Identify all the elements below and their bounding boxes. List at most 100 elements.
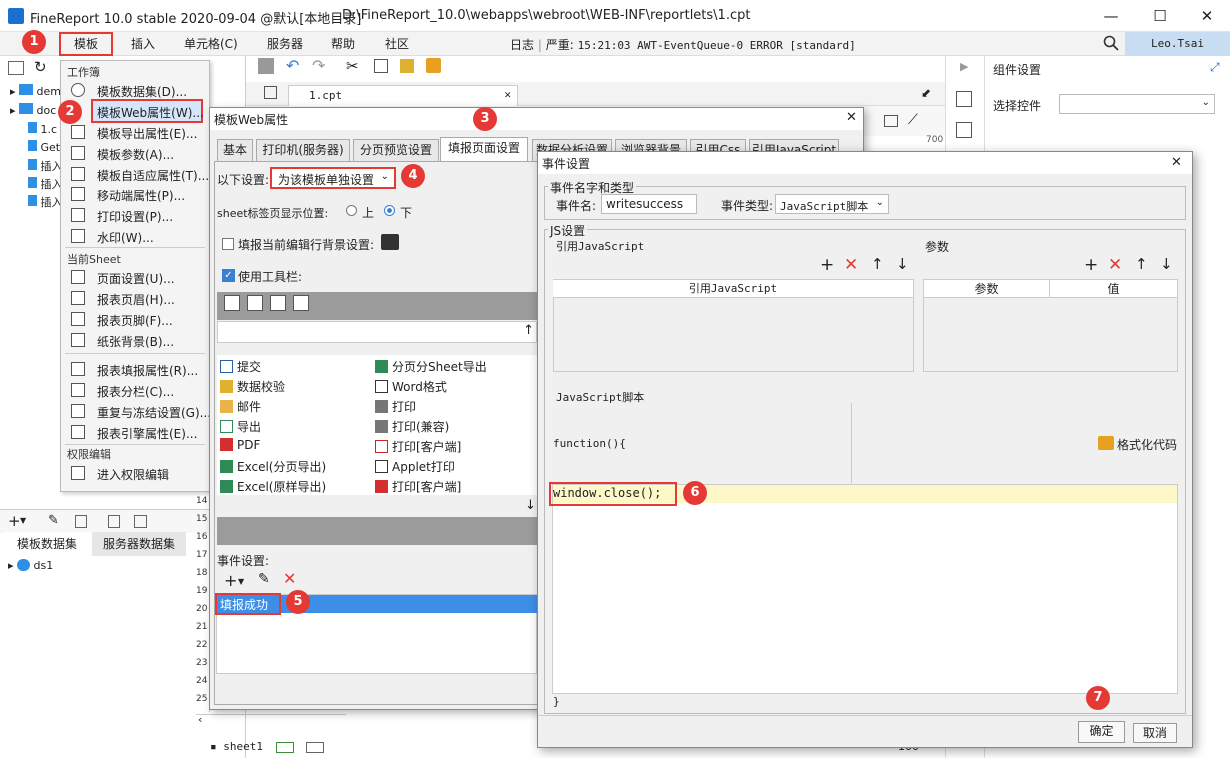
pin-icon[interactable]: ⤢ <box>1210 60 1220 75</box>
menu-item-export-attr[interactable]: 模板导出属性(E)... <box>97 125 197 142</box>
tree-item[interactable]: 插入 <box>28 176 63 192</box>
image-insert-icon[interactable] <box>884 115 898 127</box>
tool-applet-print[interactable]: Applet打印 <box>375 458 455 475</box>
settings-icon[interactable] <box>956 122 972 138</box>
settings-scope-select[interactable]: 为该模板单独设置 ⌄ <box>270 167 396 189</box>
tool-print-compat[interactable]: 打印(兼容) <box>375 418 449 435</box>
menu-item-print[interactable]: 打印设置(P)... <box>97 208 173 225</box>
move-up-ref-js-icon[interactable]: ↑ <box>871 255 884 273</box>
maximize-button[interactable]: ☐ <box>1145 4 1175 28</box>
menu-item-adaptive[interactable]: 模板自适应属性(T)... <box>97 167 209 184</box>
arrow-icon[interactable]: ⬋ <box>921 86 931 100</box>
refresh-icon[interactable]: ↻ <box>34 58 47 76</box>
add-ref-js-icon[interactable]: + <box>820 255 834 275</box>
tree-item[interactable]: 1.c <box>28 122 57 136</box>
event-fill-success[interactable]: 填报成功 <box>215 593 281 615</box>
select-control-dropdown[interactable]: ⌄ <box>1059 94 1215 114</box>
tab-server-dataset[interactable]: 服务器数据集 <box>92 532 186 556</box>
file-tab[interactable]: 1.cpt ✕ <box>288 85 518 107</box>
sheet-tab[interactable]: ▪ sheet1 <box>210 740 263 753</box>
delete-ref-js-icon[interactable]: ✕ <box>844 255 858 275</box>
event-dialog-close-icon[interactable]: ✕ <box>1171 155 1182 170</box>
menu-item-page-setup[interactable]: 页面设置(U)... <box>97 270 175 287</box>
radio-down[interactable] <box>384 205 395 216</box>
cut-icon[interactable]: ✂ <box>346 57 359 75</box>
edit-event-icon[interactable]: ✎ <box>258 571 270 587</box>
dialog-close-icon[interactable]: ✕ <box>846 110 857 125</box>
layout-icon[interactable] <box>956 91 972 107</box>
add-sheet-icon[interactable] <box>276 742 294 753</box>
menu-item-web-attr[interactable]: 模板Web属性(W)... <box>91 99 204 123</box>
move-down-icon[interactable]: ↓ <box>525 498 536 513</box>
tool-print-client[interactable]: 打印[客户端] <box>375 438 461 455</box>
move-down-ref-js-icon[interactable]: ↓ <box>896 255 909 273</box>
preview-icon[interactable] <box>108 515 120 528</box>
search-icon[interactable] <box>1103 35 1119 51</box>
tab-printer[interactable]: 打印机(服务器) <box>256 139 350 161</box>
tree-item[interactable]: 插入 <box>28 194 63 210</box>
tool-excel-original[interactable]: Excel(原样导出) <box>220 478 326 495</box>
tree-item[interactable]: Get <box>28 140 60 154</box>
dataset-edit-icon[interactable] <box>134 515 147 528</box>
menu-item-watermark[interactable]: 水印(W)... <box>97 229 154 246</box>
format-code-icon[interactable] <box>1098 436 1114 450</box>
tool-excel-page[interactable]: Excel(分页导出) <box>220 458 326 475</box>
menu-item-engine[interactable]: 报表引擎属性(E)... <box>97 425 197 442</box>
add-event-icon[interactable]: + <box>224 571 237 590</box>
tab-basic[interactable]: 基本 <box>217 139 253 161</box>
redo-icon[interactable]: ↷ <box>312 56 325 75</box>
tool-data-verify[interactable]: 数据校验 <box>220 378 285 395</box>
tab-page-preview[interactable]: 分页预览设置 <box>353 139 439 161</box>
save-tool-icon[interactable] <box>224 295 240 311</box>
format-code-button[interactable]: 格式化代码 <box>1117 436 1177 453</box>
tool-export[interactable]: 导出 <box>220 418 261 435</box>
tool-print[interactable]: 打印 <box>375 398 416 415</box>
tool-email[interactable]: 邮件 <box>220 398 261 415</box>
event-type-select[interactable]: JavaScript脚本 ⌄ <box>775 194 889 214</box>
menu-insert[interactable]: 插入 <box>131 35 155 52</box>
tree-item-ds1[interactable]: ▸ ds1 <box>8 559 53 572</box>
radio-up[interactable] <box>346 205 357 216</box>
tool-word[interactable]: Word格式 <box>375 378 447 395</box>
tree-item[interactable]: ▸ doc <box>10 103 56 117</box>
status-log[interactable]: 日志 | 严重: 15:21:03 AWT-EventQueue-0 ERROR… <box>510 36 856 53</box>
move-down-param-icon[interactable]: ↓ <box>1160 255 1173 273</box>
menu-item-footer[interactable]: 报表页脚(F)... <box>97 312 173 329</box>
menu-item-fill-attr[interactable]: 报表填报属性(R)... <box>97 362 198 379</box>
add-icon[interactable]: + <box>8 512 21 530</box>
undo-icon[interactable]: ↶ <box>286 56 299 75</box>
minimize-button[interactable]: — <box>1096 4 1126 28</box>
tab-fill-page[interactable]: 填报页面设置 <box>440 137 528 161</box>
fill-bg-checkbox[interactable] <box>222 238 234 250</box>
tree-item[interactable]: 插入 <box>28 158 63 174</box>
menu-item-mobile[interactable]: 移动端属性(P)... <box>97 187 185 204</box>
close-button[interactable]: ✕ <box>1192 4 1222 28</box>
add-row-tool-icon[interactable] <box>270 295 286 311</box>
menu-server[interactable]: 服务器 <box>267 35 303 52</box>
tool-submit[interactable]: 提交 <box>220 358 261 375</box>
collapse-icon[interactable]: ▶ <box>960 60 968 73</box>
add-poly-sheet-icon[interactable] <box>306 742 324 753</box>
add-param-icon[interactable]: + <box>1084 255 1098 275</box>
code-editor[interactable] <box>552 484 1178 694</box>
delete-event-icon[interactable]: ✕ <box>283 569 296 588</box>
tree-item[interactable]: ▸ dem <box>10 84 61 98</box>
save-icon[interactable] <box>258 58 274 74</box>
menu-item-header[interactable]: 报表页眉(H)... <box>97 291 175 308</box>
menu-item-params[interactable]: 模板参数(A)... <box>97 146 174 163</box>
edit-icon[interactable]: ✎ <box>48 513 59 528</box>
delete-row-tool-icon[interactable] <box>293 295 309 311</box>
check-tool-icon[interactable] <box>247 295 263 311</box>
copy-icon[interactable] <box>374 59 388 73</box>
tool-page-sheet-export[interactable]: 分页分Sheet导出 <box>375 358 487 375</box>
event-name-input[interactable]: writesuccess <box>601 194 697 214</box>
menu-help[interactable]: 帮助 <box>331 35 355 52</box>
menu-community[interactable]: 社区 <box>385 35 409 52</box>
menu-item-enter-perm[interactable]: 进入权限编辑 <box>97 466 169 483</box>
cancel-button[interactable]: 取消 <box>1133 723 1177 743</box>
close-tab-icon[interactable]: ✕ <box>504 88 511 101</box>
menu-template[interactable]: 模板 <box>59 32 113 56</box>
menu-item-dataset[interactable]: 模板数据集(D)... <box>97 83 187 100</box>
menu-item-freeze[interactable]: 重复与冻结设置(G)... <box>97 404 211 421</box>
user-badge[interactable]: Leo.Tsai <box>1125 32 1230 56</box>
